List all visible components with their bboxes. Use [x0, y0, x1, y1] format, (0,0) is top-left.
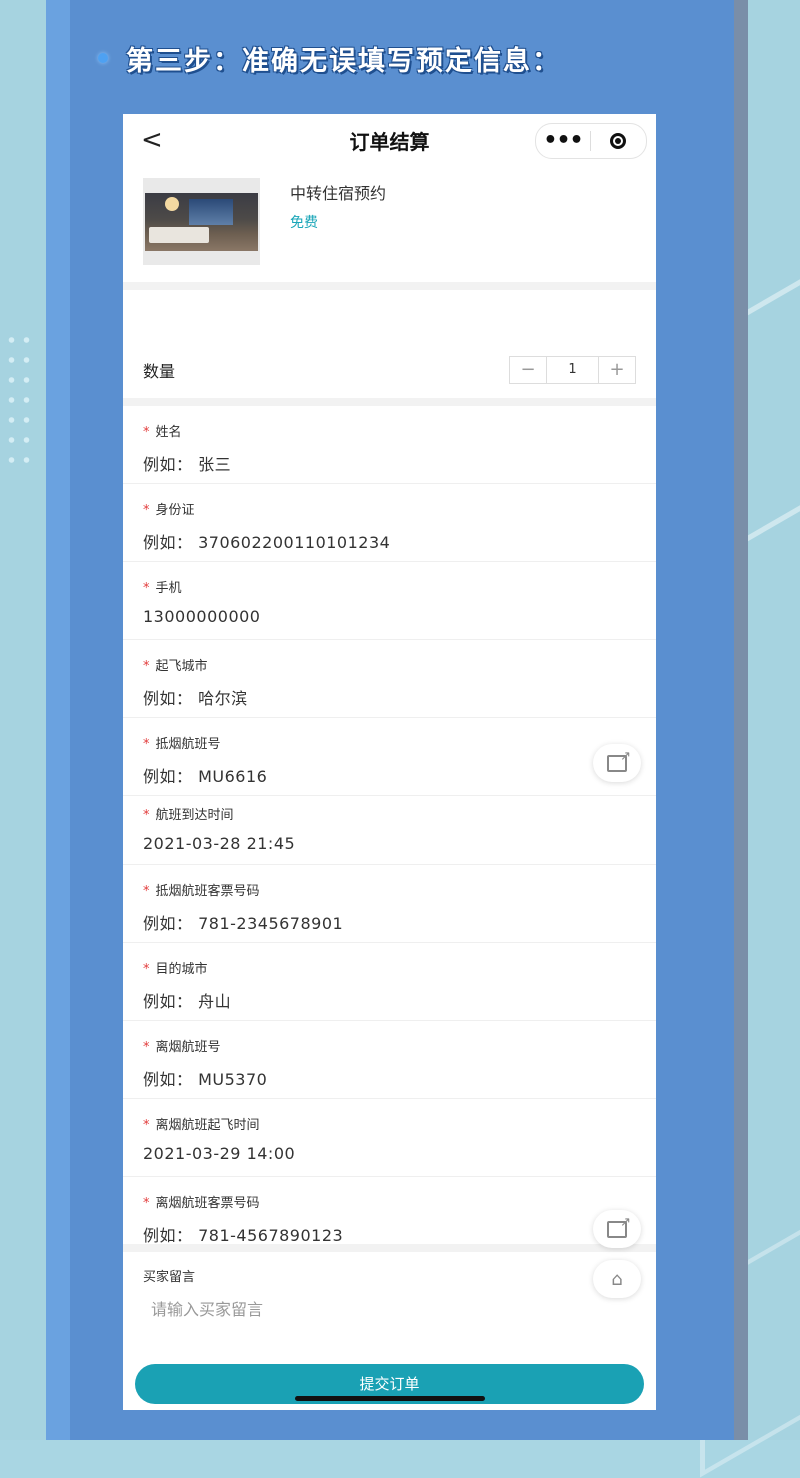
field-input[interactable]: 例如： 舟山 — [143, 988, 231, 1012]
field-destination-city[interactable]: * 目的城市 例如： 舟山 — [123, 943, 656, 1021]
quantity-label: 数量 — [143, 362, 176, 381]
form-fields: * 姓名 例如： 张三 * 身份证 例如： 370602200110101234 *… — [123, 406, 656, 1254]
buyer-message-section: 买家留言 — [123, 1252, 656, 1352]
section-divider — [123, 1244, 656, 1252]
section-divider — [123, 398, 656, 406]
home-indicator — [295, 1396, 485, 1401]
field-label: 离烟航班客票号码 — [155, 1196, 260, 1211]
background-right — [748, 0, 800, 1440]
field-label: 姓名 — [155, 425, 182, 440]
miniprogram-capsule: ••• — [535, 123, 647, 159]
field-label: 身份证 — [155, 503, 195, 518]
field-departure-ticket[interactable]: * 离烟航班客票号码 例如： 781-4567890123 — [123, 1177, 656, 1254]
product-thumbnail — [143, 178, 260, 265]
buyer-message-label: 买家留言 — [143, 1270, 196, 1285]
share-button[interactable]: ↗ — [593, 1210, 641, 1248]
field-input[interactable]: 例如： 哈尔滨 — [143, 685, 248, 709]
field-label: 航班到达时间 — [155, 808, 234, 823]
more-button[interactable]: ••• — [536, 130, 590, 152]
field-phone[interactable]: * 手机 13000000000 — [123, 562, 656, 640]
field-arrival-time[interactable]: * 航班到达时间 2021-03-28 21:45 — [123, 796, 656, 865]
target-icon — [610, 133, 626, 149]
decorative-dots — [4, 330, 34, 470]
close-button[interactable] — [591, 133, 645, 149]
field-label: 目的城市 — [155, 962, 208, 977]
share-button[interactable]: ↗ — [593, 744, 641, 782]
quantity-value[interactable]: 1 — [546, 357, 599, 383]
required-mark: * — [143, 503, 150, 518]
required-mark: * — [143, 581, 150, 596]
product-price: 免费 — [290, 215, 318, 231]
field-departure-city[interactable]: * 起飞城市 例如： 哈尔滨 — [123, 640, 656, 718]
field-input[interactable]: 2021-03-29 14:00 — [143, 1144, 295, 1163]
banner: 第三步：准确无误填写预定信息： — [98, 36, 561, 80]
section-divider — [123, 282, 656, 290]
background-left — [0, 0, 46, 1440]
field-arrival-ticket[interactable]: * 抵烟航班客票号码 例如： 781-2345678901 — [123, 865, 656, 943]
field-input[interactable]: 例如： MU6616 — [143, 763, 267, 787]
field-input[interactable]: 2021-03-28 21:45 — [143, 834, 295, 853]
home-button[interactable]: ⌂ — [593, 1260, 641, 1298]
required-mark: * — [143, 1196, 150, 1211]
required-mark: * — [143, 425, 150, 440]
field-input[interactable]: 例如： 781-2345678901 — [143, 910, 343, 934]
field-departure-flight[interactable]: * 离烟航班号 例如： MU5370 — [123, 1021, 656, 1099]
share-icon: ↗ — [607, 749, 631, 772]
field-label: 抵烟航班号 — [155, 737, 221, 752]
panel-edge — [734, 0, 748, 1440]
field-name[interactable]: * 姓名 例如： 张三 — [123, 406, 656, 484]
required-mark: * — [143, 884, 150, 899]
nav-bar: < 订单结算 ••• — [123, 114, 656, 166]
required-mark: * — [143, 962, 150, 977]
field-id-card[interactable]: * 身份证 例如： 370602200110101234 — [123, 484, 656, 562]
share-icon: ↗ — [607, 1215, 631, 1238]
quantity-stepper: − 1 + — [509, 356, 636, 384]
product-name: 中转住宿预约 — [290, 184, 387, 203]
field-input[interactable]: 例如： 781-4567890123 — [143, 1222, 343, 1246]
field-input[interactable]: 13000000000 — [143, 607, 260, 626]
field-arrival-flight[interactable]: * 抵烟航班号 例如： MU6616 — [123, 718, 656, 796]
increase-button[interactable]: + — [599, 357, 635, 383]
field-input[interactable]: 例如： 370602200110101234 — [143, 529, 390, 553]
panel-edge — [46, 0, 70, 1440]
required-mark: * — [143, 1118, 150, 1133]
field-label: 离烟航班起飞时间 — [155, 1118, 260, 1133]
field-label: 抵烟航班客票号码 — [155, 884, 260, 899]
field-label: 起飞城市 — [155, 659, 208, 674]
banner-title: 第三步：准确无误填写预定信息： — [126, 45, 561, 77]
required-mark: * — [143, 737, 150, 752]
field-input[interactable]: 例如： MU5370 — [143, 1066, 267, 1090]
hotel-room-image — [145, 192, 258, 251]
required-mark: * — [143, 659, 150, 674]
home-icon: ⌂ — [611, 1268, 623, 1290]
field-departure-time[interactable]: * 离烟航班起飞时间 2021-03-29 14:00 — [123, 1099, 656, 1177]
field-label: 离烟航班号 — [155, 1040, 221, 1055]
product-card: 中转住宿预约 免费 — [123, 166, 656, 286]
field-label: 手机 — [155, 581, 182, 596]
bullet-icon — [98, 53, 108, 63]
required-mark: * — [143, 1040, 150, 1055]
field-input[interactable]: 例如： 张三 — [143, 451, 231, 475]
decrease-button[interactable]: − — [510, 357, 546, 383]
quantity-row: 数量 − 1 + — [123, 340, 656, 398]
phone-screen: < 订单结算 ••• 中转住宿预约 免费 数量 − 1 + * 姓名 例如： 张… — [123, 114, 656, 1410]
required-mark: * — [143, 808, 150, 823]
buyer-message-input[interactable] — [143, 1296, 599, 1322]
